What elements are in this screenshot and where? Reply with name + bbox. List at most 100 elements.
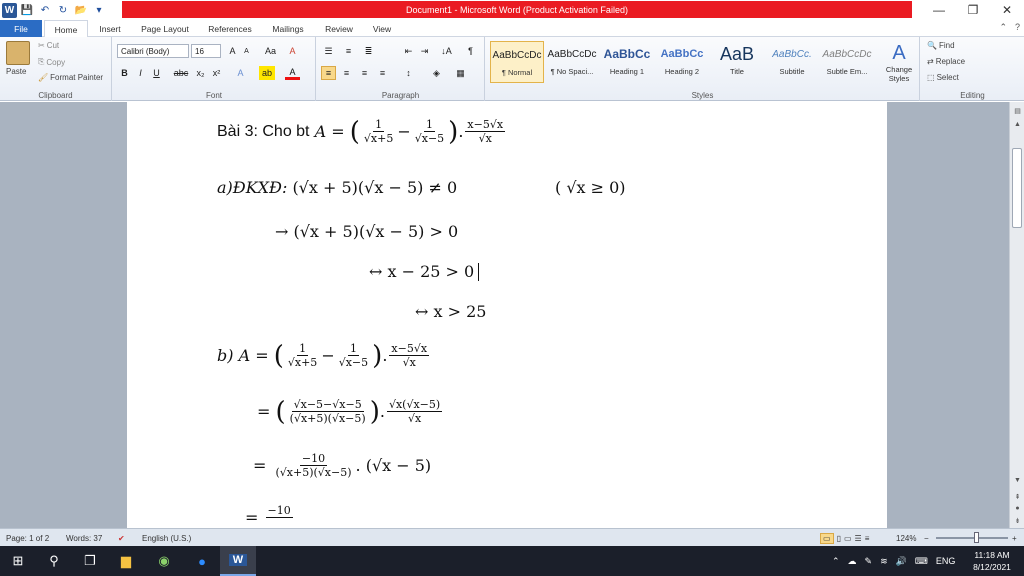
windows-start-icon[interactable]: ⊞ — [0, 546, 36, 576]
scroll-down-arrow-icon[interactable]: ▼ — [1010, 474, 1024, 487]
change-styles-button[interactable]: A Change Styles — [880, 41, 918, 85]
minimize-button[interactable]: — — [922, 0, 956, 20]
superscript-button[interactable]: x² — [209, 66, 224, 80]
multilevel-list-icon[interactable]: ≣ — [361, 44, 376, 58]
tab-page-layout[interactable]: Page Layout — [134, 20, 196, 37]
grow-font-button[interactable]: A — [225, 44, 240, 58]
show-hidden-icons-icon[interactable]: ⌃ — [832, 556, 840, 567]
align-center-icon[interactable]: ≡ — [339, 66, 354, 80]
open-folder-icon[interactable]: 📂 — [73, 2, 89, 18]
italic-button[interactable]: I — [133, 66, 148, 80]
save-icon[interactable]: 💾 — [19, 2, 35, 18]
bold-button[interactable]: B — [117, 66, 132, 80]
style-normal[interactable]: AaBbCcDc ¶ Normal — [490, 41, 544, 83]
tab-references[interactable]: References — [200, 20, 260, 37]
customize-qat-icon[interactable]: ▾ — [91, 2, 107, 18]
borders-icon[interactable]: ▦ — [453, 66, 468, 80]
redo-icon[interactable]: ↻ — [55, 2, 71, 18]
word-count[interactable]: Words: 37 — [66, 529, 102, 547]
font-size-combo[interactable]: 16 — [191, 44, 221, 58]
volume-icon[interactable]: 🔊 — [896, 556, 907, 567]
justify-icon[interactable]: ≡ — [375, 66, 390, 80]
style-heading-1[interactable]: AaBbCc Heading 1 — [600, 41, 654, 83]
zoom-level[interactable]: 124% — [896, 529, 916, 547]
highlight-button[interactable]: ab — [259, 66, 275, 80]
help-icon[interactable]: ? — [1015, 22, 1020, 33]
change-case-button[interactable]: Aa — [263, 44, 278, 58]
clock[interactable]: 11:18 AM 8/12/2021 — [968, 546, 1016, 576]
web-layout-icon[interactable]: ▭ — [844, 534, 852, 543]
zoom-app-icon[interactable]: ● — [184, 546, 220, 576]
page-count[interactable]: Page: 1 of 2 — [6, 529, 49, 547]
tab-view[interactable]: View — [364, 20, 400, 37]
language-indicator-tray[interactable]: ENG — [936, 556, 956, 566]
numbering-icon[interactable]: ≡ — [341, 44, 356, 58]
tab-insert[interactable]: Insert — [90, 20, 130, 37]
word-taskbar-icon[interactable]: W — [220, 546, 256, 576]
proofing-icon[interactable]: ✔ — [118, 529, 125, 547]
line-spacing-icon[interactable]: ↕ — [401, 66, 416, 80]
replace-button[interactable]: ⇄ Replace — [927, 57, 965, 66]
strikethrough-button[interactable]: abc — [171, 66, 191, 80]
cut-button[interactable]: ✂ Cut — [38, 41, 59, 50]
pen-icon[interactable]: ✎ — [865, 556, 873, 567]
wifi-icon[interactable]: ≋ — [880, 556, 888, 567]
next-page-icon[interactable]: ⇟ — [1010, 514, 1024, 527]
task-view-icon[interactable]: ❐ — [72, 546, 108, 576]
scroll-thumb[interactable] — [1012, 148, 1022, 228]
zoom-slider[interactable] — [936, 529, 1008, 547]
shrink-font-button[interactable]: A — [239, 44, 254, 58]
browser-icon[interactable]: ◉ — [146, 546, 182, 576]
decrease-indent-icon[interactable]: ⇤ — [401, 44, 416, 58]
bullets-icon[interactable]: ☰ — [321, 44, 336, 58]
print-layout-icon[interactable]: ▭ — [820, 532, 834, 544]
zoom-thumb[interactable] — [974, 532, 979, 543]
sort-button[interactable]: ↓A — [439, 44, 454, 58]
style-no-spacing[interactable]: AaBbCcDc ¶ No Spaci... — [545, 41, 599, 83]
ruler-toggle-icon[interactable]: ▤ — [1010, 104, 1024, 117]
style-subtitle[interactable]: AaBbCc. Subtitle — [765, 41, 819, 83]
document-page[interactable]: Bài 3: Cho bt A = ( 1 √x+5 − 1 √x−5 ) . x−… — [127, 102, 887, 528]
outline-icon[interactable]: ☰ — [855, 534, 862, 543]
find-button[interactable]: 🔍 Find — [927, 41, 955, 50]
word-app-icon[interactable]: W — [2, 2, 17, 18]
zoom-out-button[interactable]: − — [924, 529, 929, 547]
paste-button[interactable]: Paste — [6, 67, 26, 76]
format-painter-button[interactable]: 🖌 Format Painter — [38, 73, 103, 82]
subscript-button[interactable]: x₂ — [193, 66, 208, 80]
search-icon[interactable]: ⚲ — [36, 546, 72, 576]
text-effects-button[interactable]: A — [233, 66, 248, 80]
vertical-scrollbar[interactable]: ▤ ▲ ▼ ⇞ ● ⇟ — [1009, 102, 1024, 528]
style-title[interactable]: AaB Title — [710, 41, 764, 83]
paste-icon[interactable] — [6, 41, 30, 65]
show-marks-button[interactable]: ¶ — [463, 44, 478, 58]
tab-review[interactable]: Review — [318, 20, 360, 37]
copy-button[interactable]: ⎘ Copy — [38, 57, 65, 67]
select-button[interactable]: ⬚ Select — [927, 73, 959, 82]
align-right-icon[interactable]: ≡ — [357, 66, 372, 80]
increase-indent-icon[interactable]: ⇥ — [417, 44, 432, 58]
clear-format-button[interactable]: A — [285, 44, 300, 58]
font-name-combo[interactable]: Calibri (Body) — [117, 44, 189, 58]
scroll-up-arrow-icon[interactable]: ▲ — [1010, 118, 1024, 131]
tab-home[interactable]: Home — [44, 20, 88, 38]
language-indicator[interactable]: English (U.S.) — [142, 529, 191, 547]
zoom-in-button[interactable]: + — [1012, 529, 1017, 547]
underline-button[interactable]: U — [149, 66, 164, 80]
network-drive-icon[interactable]: ☁ — [848, 556, 857, 567]
collapse-ribbon-icon[interactable]: ⌃ — [999, 22, 1007, 33]
full-screen-reading-icon[interactable]: ▯ — [837, 534, 841, 543]
style-heading-2[interactable]: AaBbCc Heading 2 — [655, 41, 709, 83]
font-color-button[interactable]: A — [285, 66, 300, 80]
shading-icon[interactable]: ◈ — [429, 66, 444, 80]
close-button[interactable]: ✕ — [990, 0, 1024, 20]
file-explorer-icon[interactable]: ▆ — [108, 546, 144, 576]
style-subtle-emphasis[interactable]: AaBbCcDc Subtle Em... — [820, 41, 874, 83]
input-method-icon[interactable]: ⌨ — [915, 556, 928, 567]
restore-button[interactable]: ❐ — [956, 0, 990, 20]
tab-mailings[interactable]: Mailings — [264, 20, 312, 37]
undo-icon[interactable]: ↶ — [37, 2, 53, 18]
tab-file[interactable]: File — [0, 20, 42, 37]
align-left-icon[interactable]: ≡ — [321, 66, 336, 80]
draft-icon[interactable]: ≡ — [865, 534, 870, 543]
